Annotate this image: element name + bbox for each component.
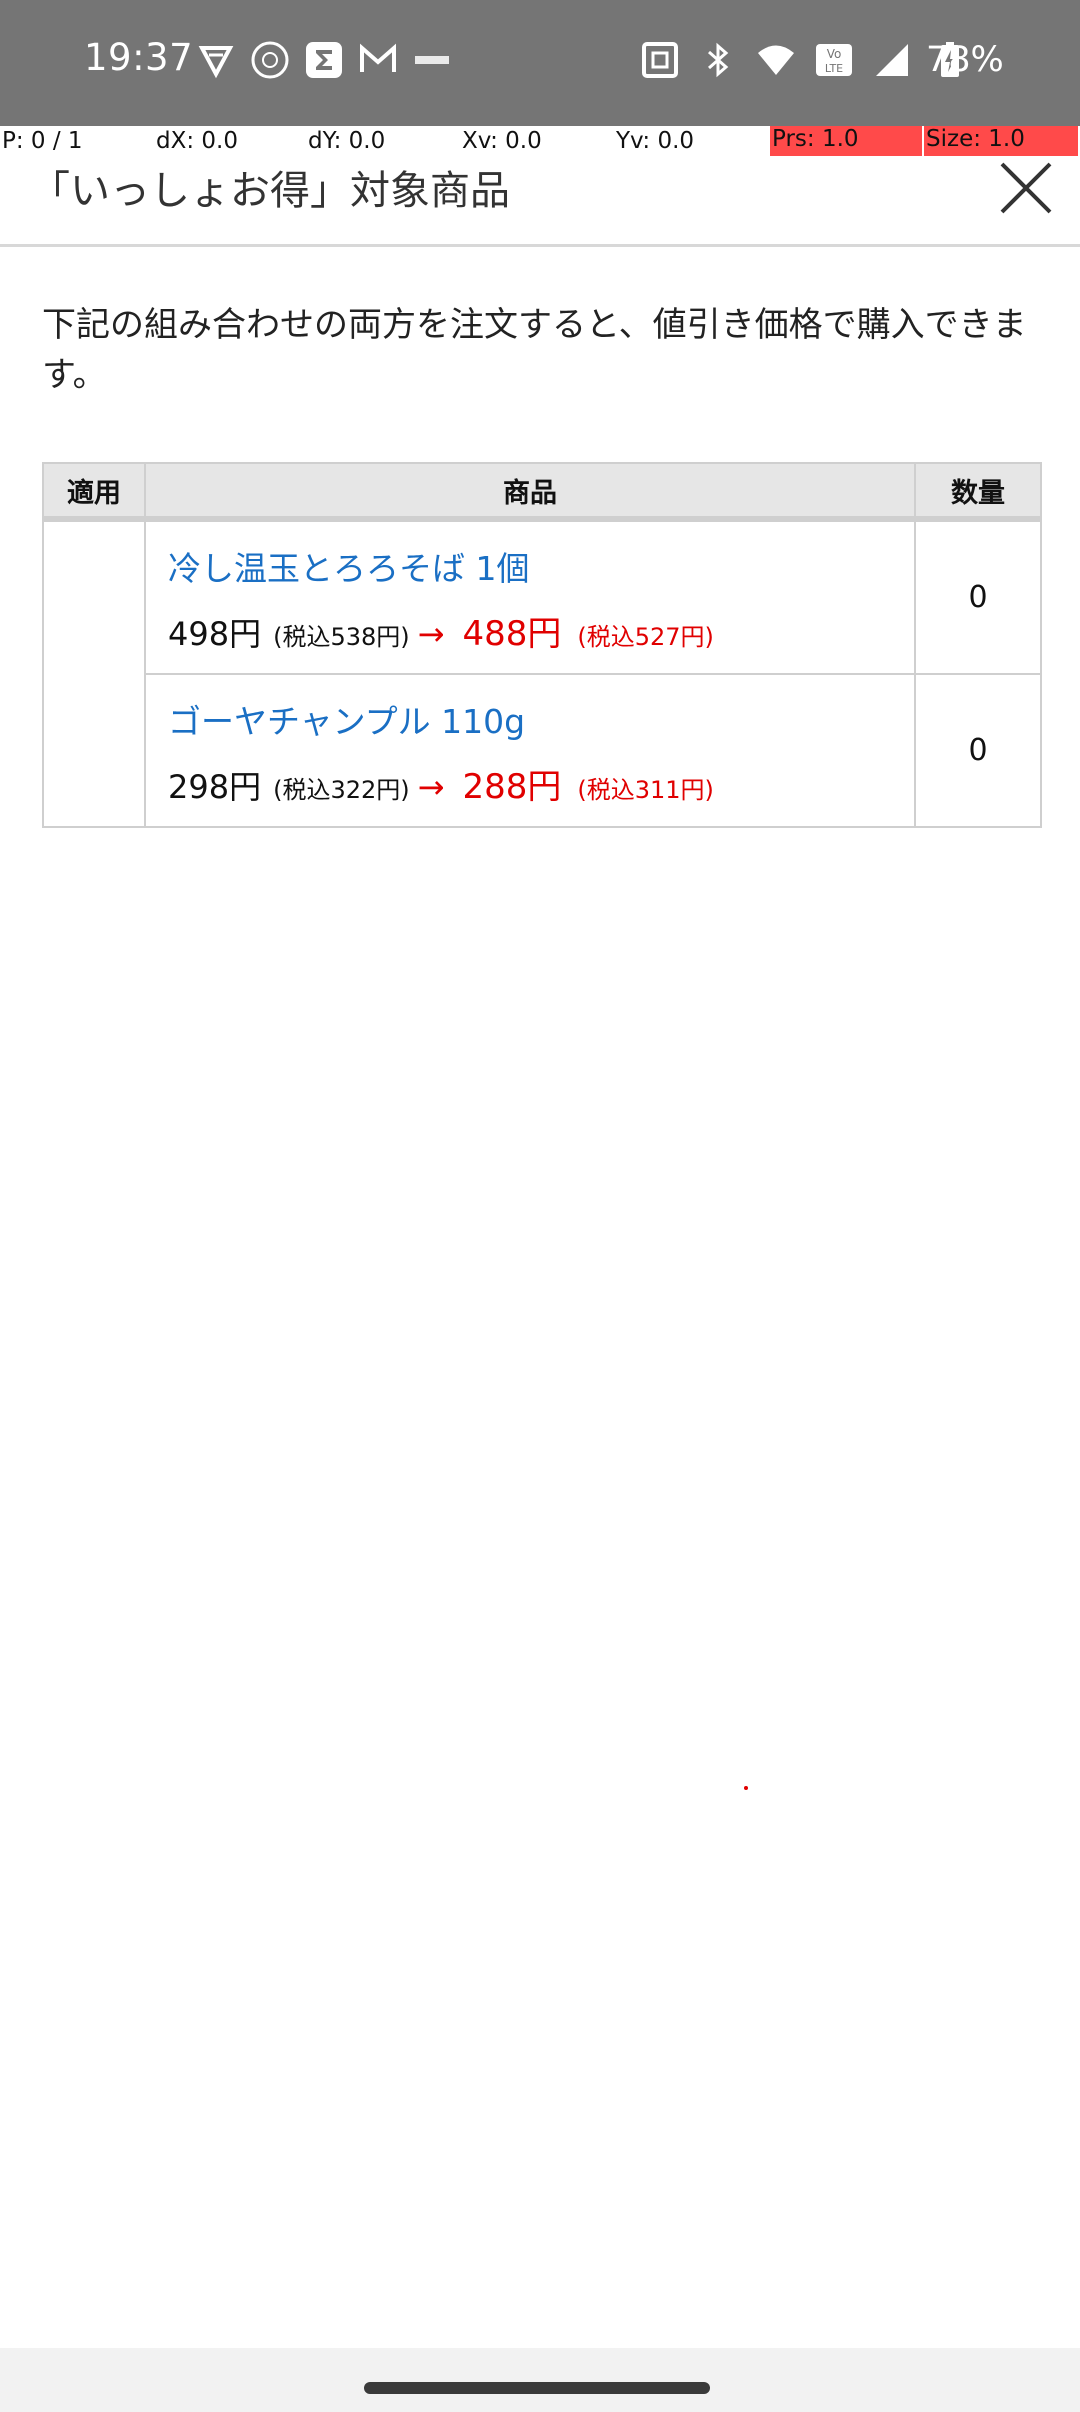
app-text-icon [415, 56, 449, 64]
debug-xv: Xv: 0.0 [462, 128, 542, 154]
page-title: 「いっしょお得」対象商品 [30, 168, 510, 214]
nfc-icon [642, 42, 678, 78]
header-item: 商品 [146, 464, 916, 516]
quantity-cell: 0 [968, 733, 988, 768]
vpn-shield-icon [198, 46, 234, 79]
debug-pointer: P: 0 / 1 [2, 128, 83, 154]
price-line: 298円 (税込322円) → 288円 (税込311円) [168, 759, 714, 808]
table-row: ゴーヤチャンプル 110g 298円 (税込322円) → 288円 (税込31… [146, 675, 1040, 826]
signal-icon [876, 44, 908, 76]
debug-yv: Yv: 0.0 [616, 128, 695, 154]
table-header: 適用 商品 数量 [44, 464, 1040, 522]
app-circle-icon [251, 41, 289, 79]
svg-text:LTE: LTE [825, 62, 843, 75]
arrow-right-icon: → [417, 768, 445, 806]
table-row: 冷し温玉とろろそば 1個 498円 (税込538円) → 488円 (税込527… [146, 522, 1040, 675]
arrow-right-icon: → [417, 615, 445, 653]
notification-icons [196, 40, 452, 80]
home-gesture-handle[interactable] [364, 2382, 710, 2394]
close-icon [1000, 162, 1052, 214]
bluetooth-icon [708, 42, 729, 78]
original-price-tax: (税込538円) [273, 623, 410, 651]
status-time: 19:37 [84, 36, 194, 79]
system-icons: Vo LTE [640, 40, 970, 80]
bundle-table: 適用 商品 数量 冷し温玉とろろそば 1個 498円 (税込538円) → 48… [42, 462, 1042, 828]
header-qty: 数量 [951, 477, 1005, 509]
header-apply: 適用 [44, 464, 146, 516]
original-price: 498円 [168, 615, 262, 653]
description-text: 下記の組み合わせの両方を注文すると、値引き価格で購入できます。 [42, 305, 1027, 395]
battery-percent: 78% [926, 40, 1004, 80]
apply-cell [44, 522, 146, 826]
item-link[interactable]: 冷し温玉とろろそば 1個 [168, 542, 530, 590]
table-body: 冷し温玉とろろそば 1個 498円 (税込538円) → 488円 (税込527… [44, 522, 1040, 826]
original-price-tax: (税込322円) [273, 776, 410, 804]
discount-price: 288円 [462, 767, 562, 807]
status-bar: 19:37 Vo LTE 78% [0, 0, 1080, 126]
svg-text:Vo: Vo [827, 47, 842, 61]
modal-header: 「いっしょお得」対象商品 [0, 158, 1080, 247]
navigation-bar [0, 2348, 1080, 2412]
quantity-cell: 0 [968, 580, 988, 615]
debug-dx: dX: 0.0 [156, 128, 238, 154]
wifi-icon [758, 45, 794, 75]
debug-pressure: Prs: 1.0 [770, 126, 922, 156]
touch-indicator-dot [744, 1786, 748, 1790]
volte-icon: VoLTE [816, 44, 852, 76]
price-line: 498円 (税込538円) → 488円 (税込527円) [168, 606, 714, 655]
item-cell: ゴーヤチャンプル 110g 298円 (税込322円) → 288円 (税込31… [146, 675, 916, 826]
page: 19:37 Vo LTE 78% P: 0 / 1 dX: 0.0 dY: 0.0… [0, 0, 1080, 2412]
table-rows: 冷し温玉とろろそば 1個 498円 (税込538円) → 488円 (税込527… [146, 522, 1040, 826]
debug-size: Size: 1.0 [924, 126, 1078, 156]
item-cell: 冷し温玉とろろそば 1個 498円 (税込538円) → 488円 (税込527… [146, 522, 916, 673]
debug-dy: dY: 0.0 [308, 128, 386, 154]
pointer-debug-bar: P: 0 / 1 dX: 0.0 dY: 0.0 Xv: 0.0 Yv: 0.0… [0, 126, 1080, 158]
gmail-icon [360, 43, 396, 72]
discount-price-tax: (税込527円) [577, 623, 714, 651]
item-link[interactable]: ゴーヤチャンプル 110g [168, 695, 525, 743]
sigma-app-icon [306, 42, 342, 78]
discount-price: 488円 [462, 614, 562, 654]
discount-price-tax: (税込311円) [577, 776, 714, 804]
original-price: 298円 [168, 768, 262, 806]
close-button[interactable] [996, 158, 1056, 218]
